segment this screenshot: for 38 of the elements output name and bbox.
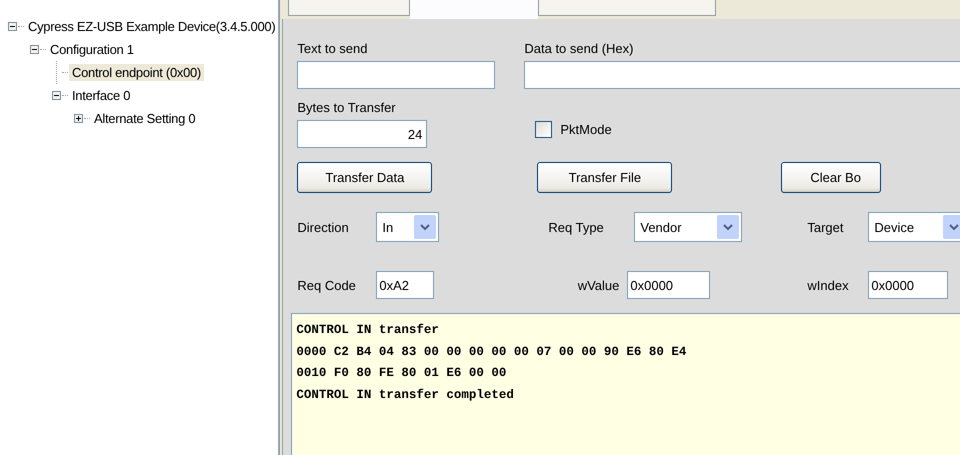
- tree-item[interactable]: Cypress EZ-USB Example Device(3.4.5.000): [25, 18, 278, 35]
- log-line: CONTROL IN transfer completed: [296, 386, 515, 404]
- tab[interactable]: [538, 0, 716, 16]
- collapse-icon[interactable]: [52, 91, 61, 100]
- field-label: wValue: [576, 278, 620, 292]
- action-button[interactable]: Transfer File: [537, 162, 672, 193]
- dropdown[interactable]: Vendor: [634, 212, 742, 242]
- expand-icon[interactable]: [74, 114, 83, 123]
- tree-item[interactable]: Interface 0: [69, 87, 134, 104]
- log-line: 0000 C2 B4 04 83 00 00 00 00 00 07 00 00 90 E6 80 E4: [296, 344, 688, 360]
- value-input[interactable]: 0x0000: [627, 271, 710, 299]
- collapse-icon[interactable]: [30, 45, 39, 54]
- text-input[interactable]: [297, 61, 496, 89]
- field-label: Req Type: [548, 220, 605, 234]
- field-label: Req Code: [297, 278, 357, 292]
- dropdown[interactable]: Device: [868, 212, 960, 242]
- field-label: Direction: [297, 220, 350, 234]
- field-label: wIndex: [807, 278, 850, 292]
- tree-item[interactable]: Control endpoint (0x00): [69, 64, 204, 81]
- field-label: Bytes to Transfer: [297, 100, 397, 115]
- hex-input[interactable]: [524, 61, 960, 89]
- value-input[interactable]: 0x0000: [868, 271, 948, 299]
- dropdown[interactable]: In: [376, 212, 440, 242]
- bytes-input[interactable]: 24: [297, 120, 428, 148]
- collapse-icon[interactable]: [8, 22, 17, 31]
- checkbox-label: PktMode: [560, 122, 612, 137]
- field-label: Text to send: [297, 41, 368, 56]
- checkbox[interactable]: [535, 121, 552, 138]
- tree-item[interactable]: Alternate Setting 0: [91, 110, 198, 127]
- value-input[interactable]: 0xA2: [376, 271, 434, 299]
- field-label: Data to send (Hex): [524, 41, 634, 56]
- field-label: Target: [807, 220, 845, 234]
- action-button[interactable]: Clear Bo: [781, 162, 882, 193]
- log-line: 0010 F0 80 FE 80 01 E6 00 00: [296, 365, 508, 382]
- action-button[interactable]: Transfer Data: [297, 162, 432, 193]
- tab[interactable]: [288, 0, 410, 16]
- log-line: CONTROL IN transfer: [296, 322, 440, 339]
- tree-item[interactable]: Configuration 1: [47, 41, 137, 58]
